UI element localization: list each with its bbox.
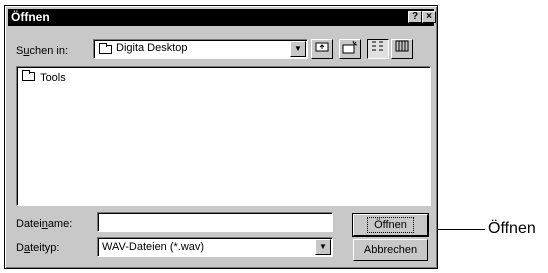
filetype-label-part: D	[16, 242, 24, 254]
help-button[interactable]: ?	[408, 11, 422, 23]
filename-label-rest: ame:	[47, 218, 73, 230]
open-button-label: Öffnen	[367, 217, 414, 233]
list-view-button[interactable]	[367, 39, 389, 59]
window-title: Öffnen	[11, 10, 50, 24]
filetype-label: Dateityp:	[16, 242, 59, 254]
list-view-icon	[372, 41, 383, 51]
chevron-down-icon: ▼	[319, 242, 327, 251]
details-view-button[interactable]	[391, 39, 413, 59]
close-button[interactable]: ×	[422, 11, 436, 23]
file-item-name: Tools	[40, 72, 66, 84]
look-in-label: Suchen in:	[16, 45, 68, 57]
callout-label: Öffnen	[488, 220, 536, 237]
filetype-combobox[interactable]: WAV-Dateien (*.wav) ▼	[97, 237, 333, 257]
callout-line	[438, 229, 485, 230]
filetype-label-rest: teityp:	[30, 242, 60, 254]
filename-label-part: Datei	[16, 218, 42, 230]
up-folder-icon	[315, 42, 329, 52]
open-button[interactable]: Öffnen	[352, 213, 429, 237]
title-bar: Öffnen ? ×	[8, 9, 436, 26]
list-item[interactable]: Tools	[22, 70, 66, 84]
cancel-button[interactable]: Abbrechen	[353, 239, 428, 261]
file-list[interactable]: Tools	[16, 66, 431, 206]
open-dialog: Öffnen ? × Suchen in: Digita Desktop ▼ T…	[4, 5, 438, 269]
look-in-label-rest: chen in:	[29, 45, 68, 57]
up-folder-button[interactable]	[311, 39, 333, 59]
details-view-icon	[395, 40, 409, 52]
filetype-dropdown-button[interactable]: ▼	[315, 239, 331, 255]
folder-icon	[22, 70, 35, 81]
look-in-value: Digita Desktop	[116, 42, 188, 54]
look-in-combobox[interactable]: Digita Desktop ▼	[93, 39, 308, 59]
look-in-dropdown-button[interactable]: ▼	[290, 41, 306, 57]
chevron-down-icon: ▼	[294, 44, 302, 53]
folder-icon	[99, 43, 112, 54]
filename-label: Dateiname:	[16, 218, 72, 230]
filename-input[interactable]	[97, 212, 333, 232]
filetype-value: WAV-Dateien (*.wav)	[102, 241, 205, 253]
new-folder-button[interactable]	[339, 39, 361, 59]
new-folder-icon	[342, 40, 358, 54]
